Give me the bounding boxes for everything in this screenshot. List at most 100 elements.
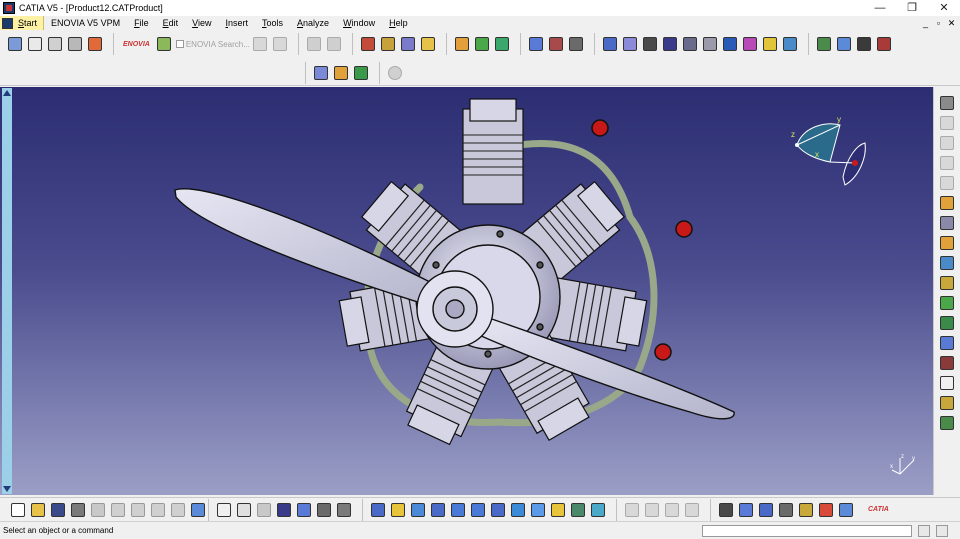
enovia-save-button[interactable] <box>271 35 289 53</box>
quick-constraint-button[interactable] <box>721 35 739 53</box>
cycle-button[interactable] <box>386 64 404 82</box>
menu-insert[interactable]: Insert <box>218 16 255 30</box>
rotate-button[interactable] <box>429 501 447 519</box>
scenes-button[interactable] <box>352 64 370 82</box>
menu-window[interactable]: Window <box>336 16 382 30</box>
refresh-link-button[interactable] <box>325 35 343 53</box>
right-tool-4[interactable] <box>938 154 956 172</box>
replace-component-button[interactable] <box>419 35 437 53</box>
restore-button[interactable]: ❐ <box>896 0 928 16</box>
new-button[interactable] <box>9 501 27 519</box>
disabled-tool-2[interactable] <box>643 501 661 519</box>
multi-view-button[interactable] <box>509 501 527 519</box>
snapshot-button[interactable] <box>86 35 104 53</box>
product-button[interactable] <box>359 35 377 53</box>
start-menu[interactable]: Start <box>0 16 45 30</box>
doc-minimize-button[interactable]: _ <box>919 16 932 30</box>
bill-of-material-button[interactable] <box>332 64 350 82</box>
disabled-tool-3[interactable] <box>663 501 681 519</box>
zoom-in-button[interactable] <box>449 501 467 519</box>
macro-button[interactable] <box>255 501 273 519</box>
right-tool-2[interactable] <box>938 114 956 132</box>
whats-this-button[interactable] <box>189 501 207 519</box>
3d-viewport[interactable]: z y x y z x <box>0 87 933 495</box>
graph-tree-button[interactable] <box>527 35 545 53</box>
zoom-out-button[interactable] <box>469 501 487 519</box>
right-tool-12[interactable] <box>938 314 956 332</box>
hide-show-button[interactable] <box>569 501 587 519</box>
right-tool-5[interactable] <box>938 174 956 192</box>
existing-component-button[interactable] <box>399 35 417 53</box>
command-list-button[interactable] <box>918 525 930 537</box>
print-button[interactable] <box>69 501 87 519</box>
update-button[interactable] <box>815 35 833 53</box>
formula-button[interactable] <box>215 501 233 519</box>
save-button[interactable] <box>49 501 67 519</box>
flexible-rigid-button[interactable] <box>741 35 759 53</box>
close-button[interactable]: ✕ <box>928 0 960 16</box>
menu-file[interactable]: File <box>127 16 156 30</box>
sectioning-button[interactable] <box>777 501 795 519</box>
right-tool-16[interactable] <box>938 394 956 412</box>
disabled-tool-1[interactable] <box>623 501 641 519</box>
flag-note-button[interactable] <box>46 35 64 53</box>
workbench-button[interactable] <box>938 94 956 112</box>
selection-trap-button[interactable] <box>938 214 956 232</box>
contact-button[interactable] <box>621 35 639 53</box>
menu-enovia-v5-vpm[interactable]: ENOVIA V5 VPM <box>44 16 127 30</box>
copy-button[interactable] <box>109 501 127 519</box>
cut-button[interactable] <box>89 501 107 519</box>
right-tool-8[interactable] <box>938 234 956 252</box>
camera-button[interactable] <box>717 501 735 519</box>
tree-expand-button[interactable] <box>295 501 313 519</box>
insert-existing-button[interactable] <box>493 35 511 53</box>
3d-compass[interactable]: z y x <box>785 117 875 197</box>
right-tool-13[interactable] <box>938 334 956 352</box>
fix-together-button[interactable] <box>701 35 719 53</box>
menu-help[interactable]: Help <box>382 16 415 30</box>
normal-view-button[interactable] <box>489 501 507 519</box>
select-button[interactable] <box>938 194 956 212</box>
fix-button[interactable] <box>681 35 699 53</box>
doc-close-button[interactable]: ✕ <box>945 16 958 30</box>
material-button[interactable] <box>837 501 855 519</box>
table-button[interactable] <box>275 501 293 519</box>
text-annotation-button[interactable] <box>26 35 44 53</box>
insert-new-product-button[interactable] <box>453 35 471 53</box>
right-tool-11[interactable] <box>938 294 956 312</box>
menu-view[interactable]: View <box>185 16 218 30</box>
undo-button[interactable] <box>149 501 167 519</box>
minimize-button[interactable]: — <box>864 0 896 16</box>
reorder-button[interactable] <box>547 35 565 53</box>
fit-all-button[interactable] <box>389 501 407 519</box>
menu-tools[interactable]: Tools <box>255 16 290 30</box>
enovia-connect-button[interactable] <box>155 35 173 53</box>
command-input[interactable] <box>702 525 912 537</box>
shading-button[interactable] <box>549 501 567 519</box>
angle-button[interactable] <box>661 35 679 53</box>
disabled-tool-4[interactable] <box>683 501 701 519</box>
render-style-button[interactable] <box>315 501 333 519</box>
right-tool-9[interactable] <box>938 254 956 272</box>
grid-button[interactable] <box>817 501 835 519</box>
numbering-button[interactable] <box>567 35 585 53</box>
status-extra-button[interactable] <box>936 525 948 537</box>
open-button[interactable] <box>29 501 47 519</box>
snap-button[interactable] <box>875 35 893 53</box>
enovia-search[interactable]: ENOVIA Search... <box>175 40 250 49</box>
knowledge-button[interactable] <box>235 501 253 519</box>
offset-button[interactable] <box>641 35 659 53</box>
paste-button[interactable] <box>129 501 147 519</box>
right-tool-15[interactable] <box>938 374 956 392</box>
catia-app-icon[interactable] <box>3 2 15 14</box>
manipulation-button[interactable] <box>855 35 873 53</box>
reuse-pattern-button[interactable] <box>781 35 799 53</box>
coincidence-button[interactable] <box>601 35 619 53</box>
doc-restore-button[interactable]: ▫ <box>932 16 945 30</box>
swap-visible-button[interactable] <box>589 501 607 519</box>
clash-button[interactable] <box>737 501 755 519</box>
swap-button[interactable] <box>335 501 353 519</box>
right-tool-3[interactable] <box>938 134 956 152</box>
right-tool-14[interactable] <box>938 354 956 372</box>
insert-new-part-button[interactable] <box>473 35 491 53</box>
